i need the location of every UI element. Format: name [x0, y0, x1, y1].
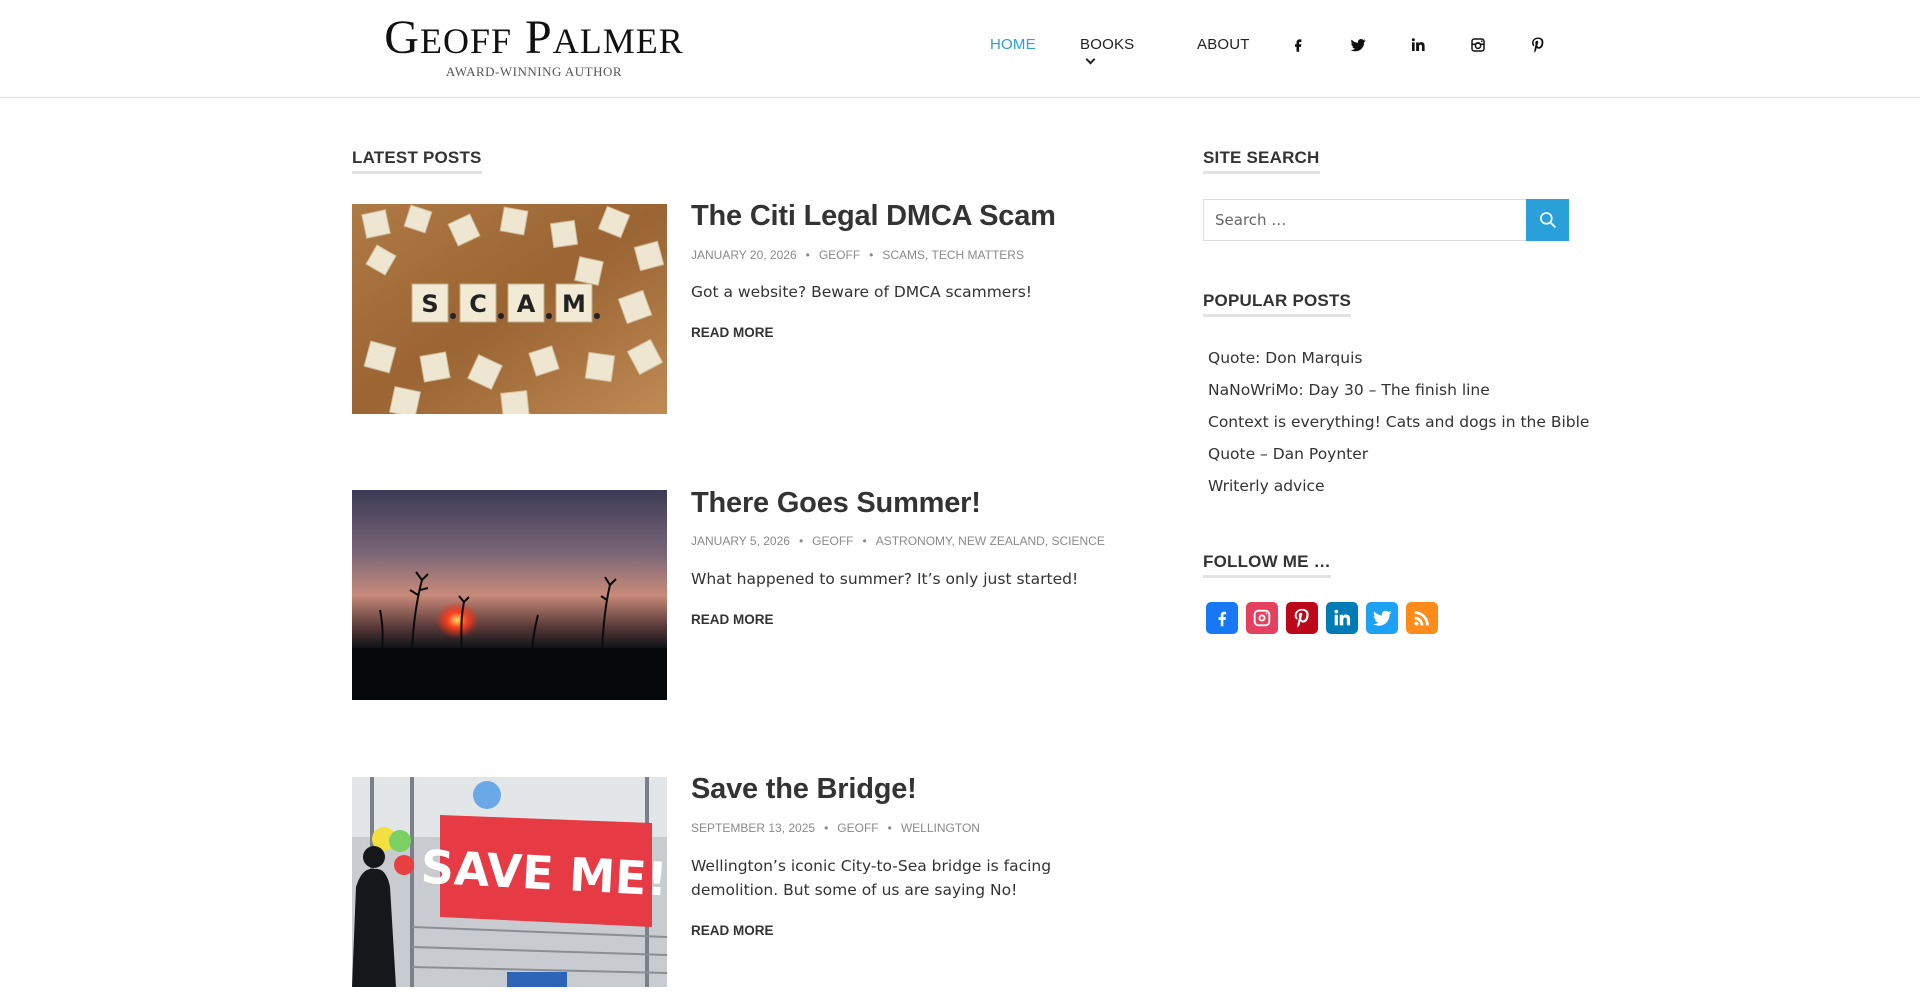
instagram-icon[interactable]: [1246, 602, 1278, 634]
post-categories[interactable]: ASTRONOMY, NEW ZEALAND, SCIENCE: [876, 534, 1105, 548]
pinterest-icon[interactable]: [1286, 602, 1318, 634]
meta-separator: •: [824, 821, 829, 835]
svg-text:A: A: [517, 290, 536, 318]
svg-text:C: C: [469, 290, 487, 318]
nav-home[interactable]: HOME: [990, 36, 1036, 53]
linkedin-icon[interactable]: [1407, 34, 1429, 56]
meta-separator: •: [862, 534, 867, 548]
svg-text:S: S: [421, 290, 438, 318]
twitter-icon[interactable]: [1347, 34, 1369, 56]
chevron-down-icon: [1085, 54, 1096, 65]
post-thumbnail-scam[interactable]: S C A M: [352, 204, 667, 414]
linkedin-icon[interactable]: [1326, 602, 1358, 634]
post-excerpt: Wellington’s iconic City-to-Sea bridge i…: [691, 857, 1052, 899]
meta-separator: •: [798, 534, 804, 548]
post-meta: SEPTEMBER 13, 2025 • GEOFF • WELLINGTON: [691, 821, 980, 835]
post-thumbnail-sunset[interactable]: [352, 490, 667, 700]
nav-about[interactable]: ABOUT: [1197, 36, 1250, 53]
post-title[interactable]: Save the Bridge!: [691, 773, 917, 806]
site-tagline: AWARD-WINNING AUTHOR: [445, 64, 623, 79]
nav-books[interactable]: BOOKS: [1080, 36, 1134, 70]
rss-icon[interactable]: [1406, 602, 1438, 634]
post-date[interactable]: JANUARY 20, 2026: [691, 248, 797, 262]
popular-posts-list: Quote: Don Marquis NaNoWriMo: Day 30 – T…: [1208, 342, 1589, 502]
latest-posts-heading: LATEST POSTS: [352, 148, 482, 174]
site-title-first-initial: G: [384, 11, 420, 64]
post-meta: JANUARY 5, 2026 • GEOFF • ASTRONOMY, NEW ZEA…: [691, 534, 1105, 548]
search-button[interactable]: [1526, 199, 1569, 241]
site-header: GEOFF PALMER AWARD-WINNING AUTHOR HOME B…: [0, 0, 1920, 98]
site-title-last-initial: P: [525, 11, 553, 64]
popular-post-link[interactable]: NaNoWriMo: Day 30 – The finish line: [1208, 374, 1589, 406]
meta-separator: •: [869, 248, 874, 262]
post-author[interactable]: GEOFF: [819, 248, 860, 262]
meta-separator: •: [887, 821, 892, 835]
post-categories[interactable]: WELLINGTON: [901, 821, 980, 835]
popular-post-link[interactable]: Quote: Don Marquis: [1208, 342, 1589, 374]
post-date[interactable]: SEPTEMBER 13, 2025: [691, 821, 815, 835]
pinterest-icon[interactable]: [1527, 34, 1549, 56]
instagram-icon[interactable]: [1467, 34, 1489, 56]
read-more-link[interactable]: READ MORE: [691, 612, 774, 627]
twitter-icon[interactable]: [1366, 602, 1398, 634]
site-title-last-rest: ALMER: [552, 21, 684, 61]
post-date[interactable]: JANUARY 5, 2026: [691, 534, 790, 548]
nav-books-label: BOOKS: [1080, 36, 1135, 53]
site-search-heading: SITE SEARCH: [1203, 148, 1320, 174]
popular-post-link[interactable]: Context is everything! Cats and dogs in …: [1208, 406, 1589, 438]
popular-posts-heading: POPULAR POSTS: [1203, 291, 1352, 317]
post-title[interactable]: The Citi Legal DMCA Scam: [691, 200, 1056, 233]
popular-post-link[interactable]: Writerly advice: [1208, 470, 1589, 502]
read-more-link[interactable]: READ MORE: [691, 923, 774, 938]
post-meta: JANUARY 20, 2026 • GEOFF • SCAMS, TECH MATTE…: [691, 248, 1024, 262]
facebook-icon[interactable]: [1206, 602, 1238, 634]
post-author[interactable]: GEOFF: [837, 821, 878, 835]
search-icon: [1539, 212, 1556, 229]
svg-text:M: M: [562, 290, 586, 318]
follow-me-heading: FOLLOW ME …: [1203, 552, 1331, 578]
follow-icons: [1206, 602, 1438, 634]
post-excerpt: What happened to summer? It’s only just …: [691, 570, 1079, 588]
facebook-icon[interactable]: [1287, 34, 1309, 56]
site-title-first-rest: EOFF: [419, 21, 512, 61]
search-input[interactable]: [1204, 200, 1526, 240]
post-author[interactable]: GEOFF: [812, 534, 853, 548]
post-categories[interactable]: SCAMS, TECH MATTERS: [882, 248, 1024, 262]
post-excerpt: Got a website? Beware of DMCA scammers!: [691, 283, 1032, 301]
search-form: [1203, 199, 1569, 241]
meta-separator: •: [805, 248, 810, 262]
site-title[interactable]: GEOFF PALMER: [364, 14, 704, 62]
read-more-link[interactable]: READ MORE: [691, 325, 774, 340]
site-branding[interactable]: GEOFF PALMER AWARD-WINNING AUTHOR: [364, 14, 704, 80]
popular-post-link[interactable]: Quote – Dan Poynter: [1208, 438, 1589, 470]
post-thumbnail-bridge[interactable]: SAVE ME!: [352, 777, 667, 987]
post-title[interactable]: There Goes Summer!: [691, 487, 981, 520]
